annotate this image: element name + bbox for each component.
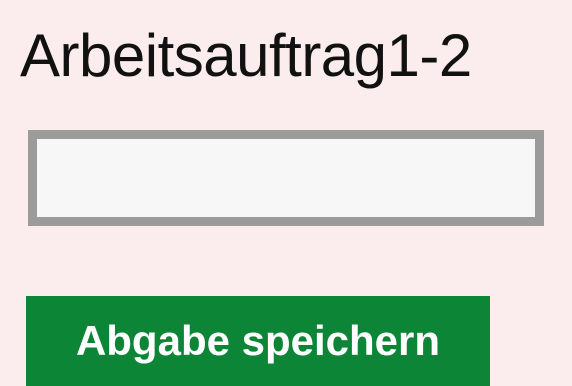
answer-input[interactable] — [28, 130, 544, 226]
page-title: Arbeitsauftrag1-2 — [20, 22, 472, 89]
save-submission-button[interactable]: Abgabe speichern — [26, 296, 490, 386]
